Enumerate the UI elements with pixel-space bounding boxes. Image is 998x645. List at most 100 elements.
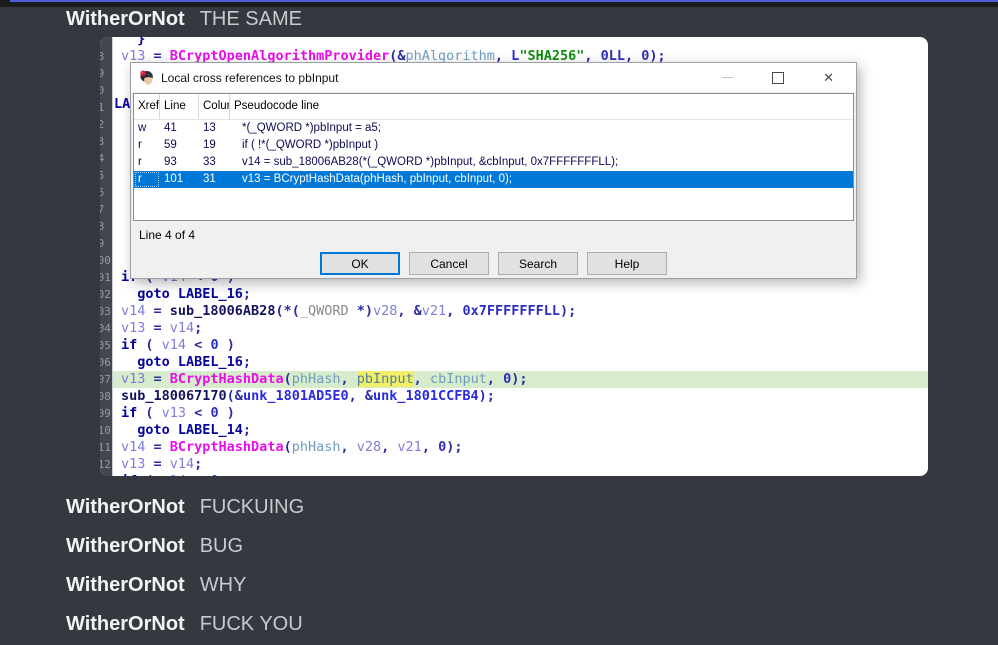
search-button[interactable]: Search xyxy=(498,252,578,275)
message-author[interactable]: WitherOrNot xyxy=(66,535,185,557)
code-token: ; xyxy=(243,286,251,302)
message-text: FUCKUING xyxy=(200,496,304,518)
xref-cell: r xyxy=(134,154,160,171)
line-number: 108 xyxy=(100,388,112,405)
status-line: Line 4 of 4 xyxy=(139,228,195,242)
message-author[interactable]: WitherOrNot xyxy=(66,496,185,518)
code-token: phHash xyxy=(292,439,341,455)
code-token: v13 xyxy=(121,456,145,472)
code-token: = xyxy=(145,456,169,472)
code-token: cbInput xyxy=(430,371,487,387)
message-text: BUG xyxy=(200,535,243,557)
chat-message: WitherOrNot WHY xyxy=(66,571,246,599)
help-button[interactable]: Help xyxy=(587,252,667,275)
code-token: ); xyxy=(479,388,495,404)
line-number: 100 xyxy=(100,252,112,269)
line-number: 99 xyxy=(100,235,112,252)
code-token: if xyxy=(121,473,137,476)
code-line: if ( v14 < 0 xyxy=(113,473,928,476)
code-line: v13 = v14; xyxy=(113,320,928,337)
line-number: 102 xyxy=(100,286,112,303)
line-number: 105 xyxy=(100,337,112,354)
xref-cell: 59 xyxy=(160,137,199,154)
message-text: WHY xyxy=(200,574,247,596)
code-token: , xyxy=(487,371,503,387)
xref-row[interactable]: r10131v13 = BCryptHashData(phHash, pbInp… xyxy=(134,171,853,188)
dialog-button-row: OK Cancel Search Help xyxy=(131,252,856,275)
chat-message: WitherOrNotFUCK YOU xyxy=(66,610,303,638)
code-token: = xyxy=(145,439,169,455)
code-token: BCryptHashData xyxy=(170,439,284,455)
code-token: ) xyxy=(219,337,235,353)
column-header[interactable]: Colun xyxy=(199,94,230,119)
code-line: goto LABEL_16; xyxy=(113,354,928,371)
ok-button[interactable]: OK xyxy=(320,252,400,275)
code-token: < xyxy=(186,405,210,421)
xref-cell: 33 xyxy=(199,154,230,171)
line-number: 92 xyxy=(100,116,112,133)
ida-app-icon xyxy=(139,70,155,86)
code-token: v14 xyxy=(121,303,145,319)
code-line: goto LABEL_14; xyxy=(113,422,928,439)
code-token: unk_1801CCFB4 xyxy=(373,388,479,404)
code-token: goto LABEL_16 xyxy=(121,286,243,302)
message-author[interactable]: WitherOrNot xyxy=(66,613,185,635)
code-token: ) xyxy=(219,405,235,421)
xref-row[interactable]: w4113*(_QWORD *)pbInput = a5; xyxy=(134,120,853,137)
code-line-current: v13 = BCryptHashData(phHash, pbInput, cb… xyxy=(113,371,928,388)
close-icon[interactable]: ✕ xyxy=(823,71,834,84)
code-token: , & xyxy=(349,388,373,404)
code-line: v13 = v14; xyxy=(113,456,928,473)
line-number: 111 xyxy=(100,439,112,456)
xref-row[interactable]: r5919if ( !*(_QWORD *)pbInput ) xyxy=(134,137,853,154)
line-number-gutter: 8788899091929394959697989910010110210310… xyxy=(100,37,113,476)
code-token: ( xyxy=(137,337,161,353)
code-token: , xyxy=(446,303,462,319)
code-token: sub_18006AB28 xyxy=(170,303,276,319)
code-token: v28 xyxy=(373,303,397,319)
message-author[interactable]: WitherOrNot xyxy=(66,8,185,30)
image-attachment-ida-screenshot[interactable]: 8788899091929394959697989910010110210310… xyxy=(100,37,928,476)
code-token: ; xyxy=(194,456,202,472)
line-number: 106 xyxy=(100,354,112,371)
code-token: v14 xyxy=(162,473,186,476)
code-token: v13 xyxy=(121,320,145,336)
code-line: if ( v13 < 0 ) xyxy=(113,405,928,422)
line-number: 103 xyxy=(100,303,112,320)
xref-cell: r xyxy=(134,171,160,188)
line-number: 101 xyxy=(100,269,112,286)
xref-cell: *(_QWORD *)pbInput = a5; xyxy=(230,120,853,137)
column-header[interactable]: Pseudocode line xyxy=(230,94,853,119)
xref-cell: 101 xyxy=(160,171,199,188)
line-number: 88 xyxy=(100,48,112,65)
xref-row[interactable]: r9333v14 = sub_18006AB28(*(_QWORD *)pbIn… xyxy=(134,154,853,171)
code-token: ( xyxy=(137,473,161,476)
code-line: } xyxy=(113,37,928,48)
xref-cell: 31 xyxy=(199,171,230,188)
code-token: unk_1801AD5E0 xyxy=(243,388,349,404)
minimize-icon[interactable] xyxy=(722,77,733,78)
column-header[interactable]: Line xyxy=(160,94,199,119)
maximize-icon[interactable] xyxy=(772,72,784,84)
line-number: 91 xyxy=(100,99,112,116)
dialog-title-bar[interactable]: Local cross references to pbInput ✕ xyxy=(131,63,856,92)
code-token: , xyxy=(381,439,397,455)
code-token: v14 xyxy=(170,320,194,336)
code-token: goto LABEL_16 xyxy=(121,354,243,370)
code-token: v14 xyxy=(162,337,186,353)
code-line: goto LABEL_16; xyxy=(113,286,928,303)
code-token: goto LABEL_14 xyxy=(121,422,243,438)
line-number: 94 xyxy=(100,150,112,167)
message-text: THE SAME xyxy=(200,8,302,30)
column-header[interactable]: Xref xyxy=(134,94,160,119)
message-author[interactable]: WitherOrNot xyxy=(66,574,185,596)
code-token: < xyxy=(186,473,210,476)
xref-cell: v14 = sub_18006AB28(*(_QWORD *)pbInput, … xyxy=(230,154,853,171)
code-token: *) xyxy=(349,303,373,319)
code-label-fragment: LA xyxy=(114,96,130,112)
cancel-button[interactable]: Cancel xyxy=(409,252,489,275)
code-token: , xyxy=(341,371,357,387)
code-token: ); xyxy=(511,371,527,387)
code-token: ( xyxy=(284,439,292,455)
code-token: if xyxy=(121,405,137,421)
